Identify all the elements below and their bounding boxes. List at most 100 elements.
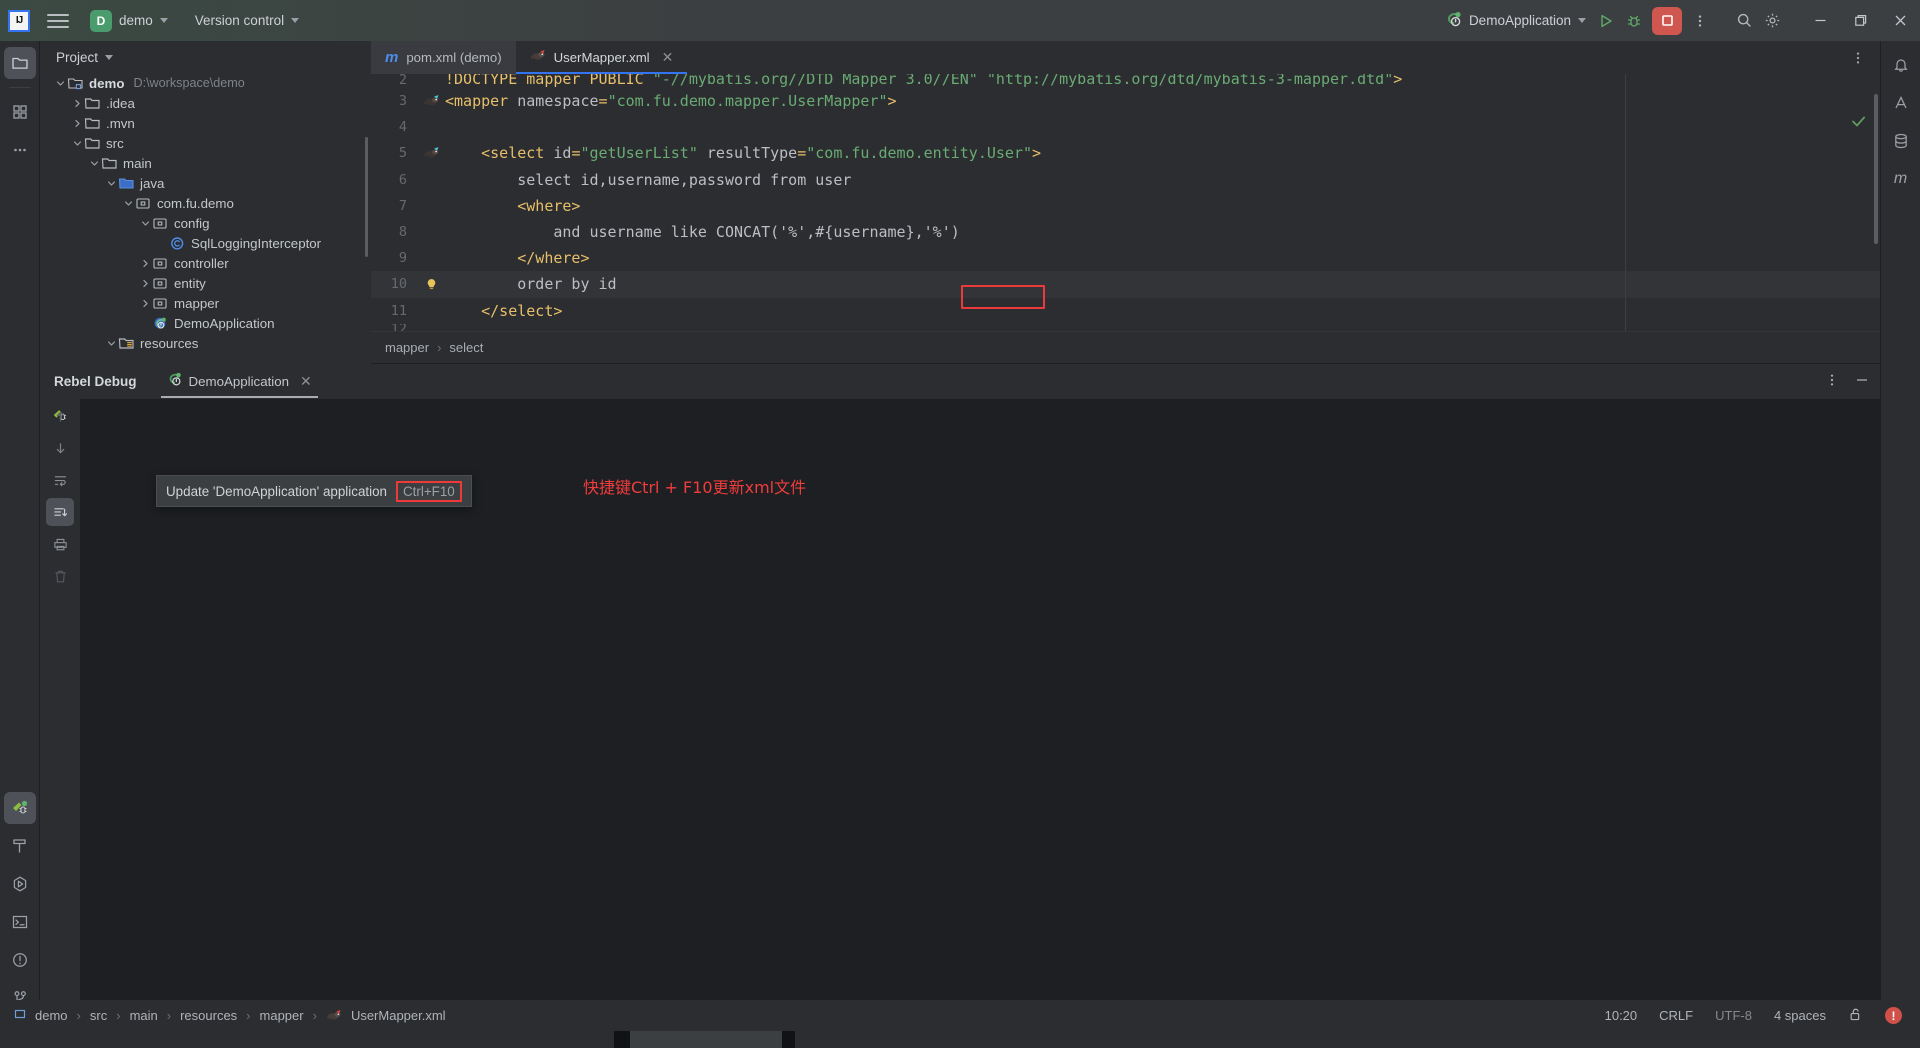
gear-icon[interactable] [1758, 7, 1786, 35]
status-crumb[interactable]: UserMapper.xml [351, 1008, 446, 1023]
code-line[interactable]: 2!DOCTYPE mapper PUBLIC "-//mybatis.org/… [371, 74, 1880, 88]
code-line[interactable]: 6 select id,username,password from user [371, 167, 1880, 193]
tree-node-demoapplication[interactable]: DemoApplication [40, 313, 370, 333]
options-menu-icon[interactable] [1824, 372, 1840, 391]
code-line[interactable]: 3<mapper namespace="com.fu.demo.mapper.U… [371, 88, 1880, 114]
tree-node-mapper[interactable]: mapper [40, 293, 370, 313]
chevron-right-icon[interactable] [139, 257, 152, 270]
debug-session-tab[interactable]: DemoApplication ✕ [157, 364, 322, 398]
minimize-icon[interactable] [1800, 0, 1840, 41]
chevron-right-icon[interactable] [139, 297, 152, 310]
chevron-down-icon[interactable] [105, 337, 118, 350]
code-line[interactable]: 12 [371, 324, 1880, 331]
search-icon[interactable] [1730, 7, 1758, 35]
project-tree[interactable]: demoD:\workspace\demo.idea.mvnsrcmainjav… [40, 73, 370, 363]
tree-node-config[interactable]: config [40, 213, 370, 233]
version-control-menu[interactable]: Version control [189, 10, 305, 31]
scroll-up-icon[interactable] [46, 402, 74, 430]
unlock-icon[interactable] [1848, 1007, 1863, 1025]
file-encoding[interactable]: UTF-8 [1715, 1008, 1752, 1023]
code-editor[interactable]: 2!DOCTYPE mapper PUBLIC "-//mybatis.org/… [371, 74, 1880, 331]
scroll-to-end-icon[interactable] [46, 498, 74, 526]
chevron-down-icon[interactable] [71, 137, 84, 150]
code-line[interactable]: 7 <where> [371, 193, 1880, 219]
tree-node-resources[interactable]: resources [40, 333, 370, 353]
clear-all-icon[interactable] [46, 562, 74, 590]
build-tool-window[interactable] [4, 830, 36, 862]
editor-tab-pom[interactable]: m pom.xml (demo) [371, 41, 516, 74]
tree-node-com.fu.demo[interactable]: com.fu.demo [40, 193, 370, 213]
status-breadcrumb[interactable]: demo › src › main › resources › mapper ›… [0, 1008, 446, 1023]
code-line[interactable]: 11 </select> [371, 298, 1880, 324]
tree-node-.idea[interactable]: .idea [40, 93, 370, 113]
database-icon[interactable] [1885, 125, 1917, 157]
code-line[interactable]: 8 and username like CONCAT('%',#{usernam… [371, 219, 1880, 245]
tree-node-sqllogginginterceptor[interactable]: SqlLoggingInterceptor [40, 233, 370, 253]
chevron-down-icon[interactable] [105, 177, 118, 190]
tree-node-controller[interactable]: controller [40, 253, 370, 273]
editor-breadcrumb[interactable]: mapper › select [371, 331, 1880, 363]
mybatis-icon[interactable] [417, 94, 445, 109]
error-status-badge[interactable]: ! [1885, 1007, 1902, 1024]
soft-wrap-icon[interactable] [46, 466, 74, 494]
stop-icon[interactable] [1652, 7, 1682, 35]
more-vertical-icon[interactable] [1844, 41, 1872, 74]
project-tool-window[interactable] [4, 47, 36, 79]
tree-node-demo[interactable]: demoD:\workspace\demo [40, 73, 370, 93]
close-icon[interactable] [1880, 0, 1920, 41]
console-output[interactable]: Update 'DemoApplication' application Ctr… [80, 398, 1880, 1024]
chevron-down-icon[interactable] [88, 157, 101, 170]
breadcrumb-item[interactable]: select [449, 340, 483, 355]
project-selector[interactable]: D demo [84, 7, 174, 35]
line-separator[interactable]: CRLF [1659, 1008, 1693, 1023]
caret-position[interactable]: 10:20 [1605, 1008, 1638, 1023]
chevron-right-icon[interactable] [139, 277, 152, 290]
tree-node-main[interactable]: main [40, 153, 370, 173]
maven-tool-icon[interactable]: m [1885, 163, 1917, 195]
ai-assistant-icon[interactable] [1885, 87, 1917, 119]
more-tool-windows[interactable] [4, 134, 36, 166]
run-icon[interactable] [1592, 7, 1620, 35]
close-icon[interactable]: ✕ [662, 49, 674, 66]
notifications-icon[interactable] [1885, 49, 1917, 81]
status-crumb[interactable]: src [90, 1008, 107, 1023]
chevron-right-icon[interactable] [71, 117, 84, 130]
hide-icon[interactable] [1854, 372, 1870, 391]
tree-node-.mvn[interactable]: .mvn [40, 113, 370, 133]
status-crumb[interactable]: main [130, 1008, 158, 1023]
tree-node-entity[interactable]: entity [40, 273, 370, 293]
close-icon[interactable]: ✕ [300, 373, 312, 390]
rebel-debug-tool-window[interactable] [4, 792, 36, 824]
debug-icon[interactable] [1620, 7, 1648, 35]
code-line[interactable]: 10 order by id [371, 271, 1880, 297]
editor-tab-usermapper[interactable]: UserMapper.xml ✕ [516, 41, 688, 74]
inspection-ok-icon[interactable] [1851, 114, 1866, 133]
code-line[interactable]: 4 [371, 114, 1880, 140]
hamburger-icon[interactable] [47, 12, 69, 30]
breadcrumb-item[interactable]: mapper [385, 340, 429, 355]
editor-scrollbar[interactable] [1874, 94, 1878, 244]
bulb-icon[interactable] [417, 277, 445, 292]
run-configuration-selector[interactable]: DemoApplication [1439, 8, 1592, 34]
chevron-right-icon[interactable] [71, 97, 84, 110]
scroll-down-icon[interactable] [46, 434, 74, 462]
indent-setting[interactable]: 4 spaces [1774, 1008, 1826, 1023]
tree-node-java[interactable]: java [40, 173, 370, 193]
code-line[interactable]: 5 <select id="getUserList" resultType="c… [371, 140, 1880, 166]
code-line[interactable]: 9 </where> [371, 245, 1880, 271]
project-panel-header[interactable]: Project [40, 41, 370, 73]
status-crumb[interactable]: demo [35, 1008, 68, 1023]
problems-tool-window[interactable] [4, 944, 36, 976]
run-tool-window[interactable] [4, 868, 36, 900]
status-crumb[interactable]: mapper [260, 1008, 304, 1023]
chevron-down-icon[interactable] [139, 217, 152, 230]
tree-node-src[interactable]: src [40, 133, 370, 153]
chevron-down-icon[interactable] [122, 197, 135, 210]
mybatis-icon[interactable] [417, 146, 445, 161]
project-scrollbar[interactable] [365, 137, 368, 257]
commit-tool-window[interactable] [4, 96, 36, 128]
chevron-down-icon[interactable] [54, 77, 67, 90]
more-vertical-icon[interactable] [1686, 7, 1714, 35]
maximize-icon[interactable] [1840, 0, 1880, 41]
terminal-tool-window[interactable] [4, 906, 36, 938]
